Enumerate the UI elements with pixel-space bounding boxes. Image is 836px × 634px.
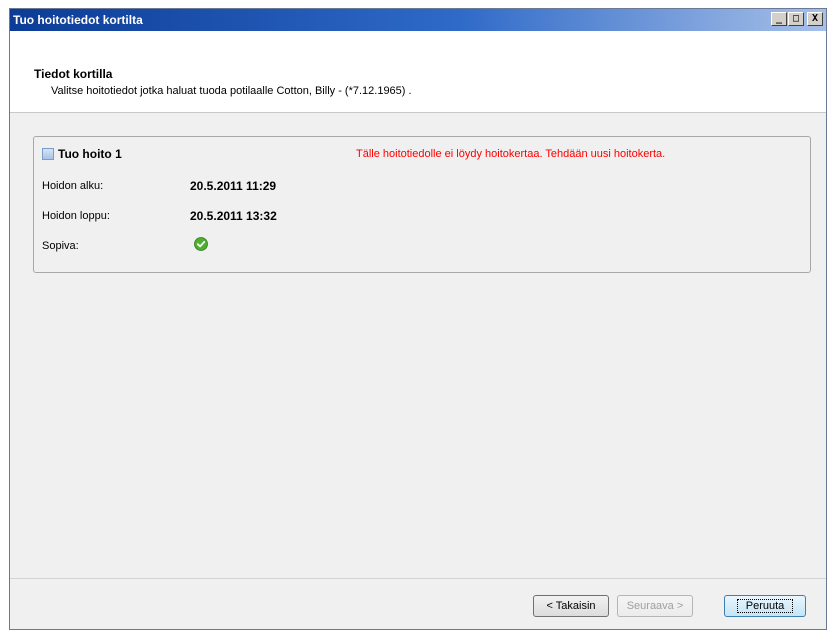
close-button[interactable]: X [807,12,823,26]
check-ok-icon [194,237,208,251]
header-subtitle: Valitse hoitotiedot jotka haluat tuoda p… [51,85,412,97]
group-checkbox[interactable] [42,148,54,160]
treatment-group: Tuo hoito 1 Tälle hoitotiedolle ei löydy… [33,136,811,273]
cancel-button-label: Peruuta [736,599,794,613]
minimize-button[interactable]: _ [771,12,787,26]
suitable-label: Sopiva: [42,240,79,252]
wizard-footer: < Takaisin Seuraava > Peruuta [10,578,826,629]
back-button[interactable]: < Takaisin [533,595,609,617]
wizard-content: Tuo hoito 1 Tälle hoitotiedolle ei löydy… [10,113,826,581]
start-label: Hoidon alku: [42,180,104,192]
end-value: 20.5.2011 13:32 [190,209,277,223]
wizard-header: Tiedot kortilla Valitse hoitotiedot jotk… [10,31,826,113]
end-label: Hoidon loppu: [42,210,110,222]
group-title: Tuo hoito 1 [58,147,122,161]
maximize-button[interactable]: □ [788,12,804,26]
window-title: Tuo hoitotiedot kortilta [13,13,143,27]
no-visit-warning: Tälle hoitotiedolle ei löydy hoitokertaa… [356,148,666,160]
cancel-button[interactable]: Peruuta [724,595,806,617]
start-value: 20.5.2011 11:29 [190,179,277,193]
window-controls: _ □ X [771,12,823,26]
title-bar[interactable]: Tuo hoitotiedot kortilta _ □ X [10,9,826,31]
dialog-window: Tuo hoitotiedot kortilta _ □ X Tiedot ko… [9,8,827,630]
header-title: Tiedot kortilla [34,67,113,81]
next-button[interactable]: Seuraava > [617,595,693,617]
